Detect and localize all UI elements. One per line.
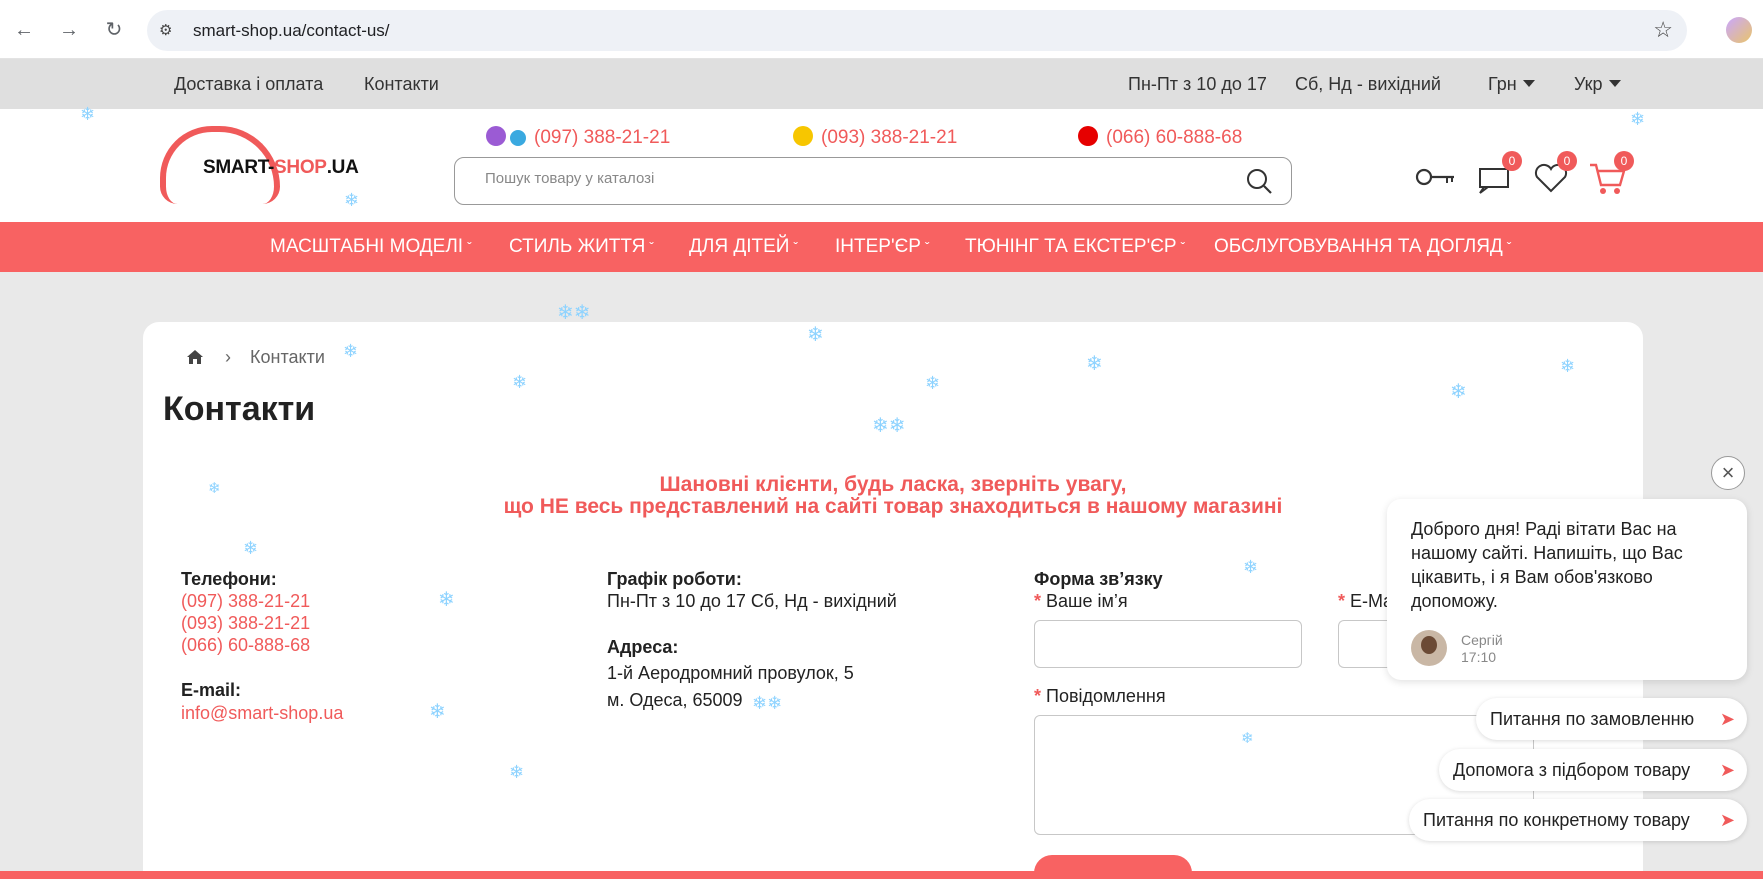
menu-item-lifestyle[interactable]: СТИЛЬ ЖИТТЯ <box>509 236 654 258</box>
logo-text: SMART-SHOP.UA <box>203 157 359 178</box>
vodafone-icon <box>1078 126 1098 146</box>
breadcrumb: › Контакти <box>186 347 325 368</box>
back-icon[interactable]: ← <box>11 17 37 43</box>
menu-item-maintenance[interactable]: ОБСЛУГОВУВАННЯ ТА ДОГЛЯД <box>1214 236 1511 258</box>
name-field[interactable] <box>1034 620 1302 668</box>
contact-email-link[interactable]: info@smart-shop.ua <box>181 702 343 724</box>
chat-message: Доброго дня! Раді вітати Вас на нашому с… <box>1411 519 1683 611</box>
phones-label: Телефони: <box>181 569 277 589</box>
forward-icon[interactable]: → <box>56 17 82 43</box>
email-label: E-mail: <box>181 680 242 700</box>
home-icon[interactable] <box>186 349 204 365</box>
compare-button[interactable]: 0 <box>1474 151 1522 197</box>
search-input[interactable] <box>485 170 1225 187</box>
schedule-label: Графік роботи: <box>607 569 742 589</box>
phone-lifecell[interactable]: (093) 388-21-21 <box>793 126 957 149</box>
send-arrow-icon: ➤ <box>1719 760 1735 780</box>
lifecell-icon <box>793 126 813 146</box>
chat-bubble: Доброго дня! Раді вітати Вас на нашому с… <box>1387 499 1747 680</box>
login-key-icon[interactable] <box>1414 157 1458 197</box>
phone-vodafone[interactable]: (066) 60-888-68 <box>1078 126 1242 149</box>
bookmark-star-icon[interactable]: ☆ <box>1653 17 1673 43</box>
site-header: SMART-SHOP.UA (097) 388-21-21 (093) 388-… <box>0 109 1763 222</box>
search-box <box>454 157 1292 205</box>
cart-count-badge: 0 <box>1614 151 1634 171</box>
email-field-label: * E-Ma <box>1338 591 1394 611</box>
wishlist-button[interactable]: 0 <box>1529 151 1577 197</box>
browser-toolbar: ← → ↻ ⚙ smart-shop.ua/contact-us/ ☆ <box>0 0 1763 59</box>
menu-item-tuning[interactable]: ТЮНІНГ ТА ЕКСТЕР'ЄР <box>965 236 1185 258</box>
cart-button[interactable]: 0 <box>1586 151 1634 197</box>
address-label: Адреса: <box>607 637 679 657</box>
quick-reply-selection-help[interactable]: Допомога з підбором товару ➤ <box>1439 749 1747 791</box>
quick-reply-product-question[interactable]: Питання по конкретному товару ➤ <box>1409 799 1747 841</box>
address-bar[interactable]: ⚙ smart-shop.ua/contact-us/ ☆ <box>147 10 1687 51</box>
chat-time: 17:10 <box>1461 649 1497 665</box>
menu-item-scale-models[interactable]: МАСШТАБНІ МОДЕЛІ <box>270 236 472 258</box>
viber-icon <box>486 126 506 146</box>
wishlist-count-badge: 0 <box>1557 151 1577 171</box>
send-arrow-icon: ➤ <box>1719 709 1735 729</box>
weekend-hours: Сб, Нд - вихідний <box>1295 74 1441 94</box>
category-menu: МАСШТАБНІ МОДЕЛІ СТИЛЬ ЖИТТЯ ДЛЯ ДІТЕЙ І… <box>0 222 1763 272</box>
contact-phone-1[interactable]: (097) 388-21-21 <box>181 590 310 612</box>
schedule-text: Пн-Пт з 10 до 17 Сб, Нд - вихідний <box>607 591 897 611</box>
footer-strip <box>0 871 1763 879</box>
page-title: Контакти <box>163 390 316 428</box>
contact-phone-2[interactable]: (093) 388-21-21 <box>181 612 310 634</box>
chat-close-icon[interactable]: × <box>1711 456 1745 490</box>
chat-agent-name: Сергій <box>1461 632 1503 648</box>
quick-reply-order[interactable]: Питання по замовленню ➤ <box>1476 698 1747 740</box>
notice-line-1: Шановні клієнти, будь ласка, зверніть ув… <box>659 473 1127 496</box>
address-line-2: м. Одеса, 65009 <box>607 690 743 710</box>
reload-icon[interactable]: ↻ <box>101 17 127 43</box>
contact-phone-3[interactable]: (066) 60-888-68 <box>181 634 310 656</box>
kyivstar-icon <box>510 130 526 146</box>
search-icon[interactable] <box>1245 167 1273 195</box>
chat-agent-avatar <box>1411 630 1447 666</box>
profile-avatar[interactable] <box>1726 17 1752 43</box>
breadcrumb-separator-icon: › <box>225 347 232 367</box>
logo[interactable]: SMART-SHOP.UA <box>160 126 360 204</box>
breadcrumb-current: Контакти <box>250 347 325 367</box>
compare-count-badge: 0 <box>1502 151 1522 171</box>
top-info-bar: Доставка і оплата Контакти Пн-Пт з 10 до… <box>0 59 1763 109</box>
menu-item-kids[interactable]: ДЛЯ ДІТЕЙ <box>689 236 798 258</box>
address-line-1: 1-й Аеродромний провулок, 5 <box>607 663 854 683</box>
phone-kyivstar[interactable]: (097) 388-21-21 <box>486 126 670 149</box>
menu-item-interior[interactable]: ІНТЕР'ЄР <box>835 236 930 258</box>
language-select[interactable]: Укр <box>1574 74 1621 95</box>
delivery-link[interactable]: Доставка і оплата <box>174 74 323 95</box>
site-info-icon[interactable]: ⚙ <box>159 21 179 41</box>
send-arrow-icon: ➤ <box>1719 810 1735 830</box>
contacts-link[interactable]: Контакти <box>364 74 439 95</box>
currency-select[interactable]: Грн <box>1488 74 1535 95</box>
form-label: Форма зв’язку <box>1034 569 1163 589</box>
name-field-label: * Ваше ім’я <box>1034 591 1128 611</box>
weekday-hours: Пн-Пт з 10 до 17 <box>1128 74 1267 94</box>
message-field-label: * Повідомлення <box>1034 686 1166 706</box>
url-text[interactable]: smart-shop.ua/contact-us/ <box>193 21 390 41</box>
